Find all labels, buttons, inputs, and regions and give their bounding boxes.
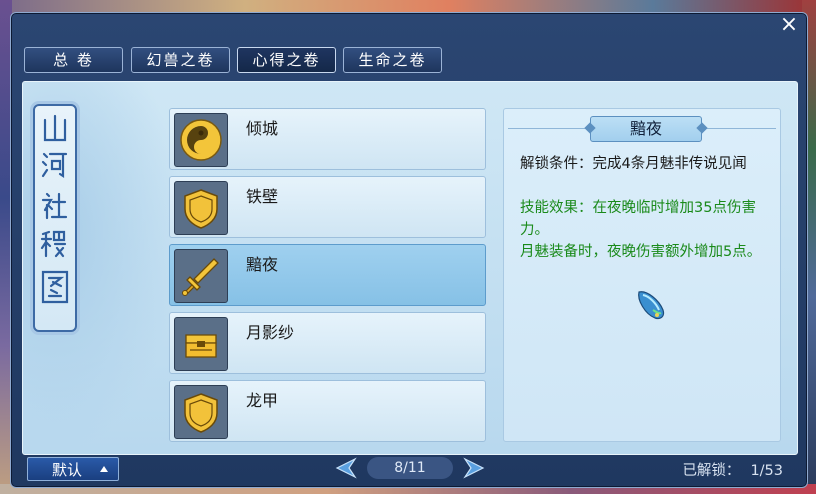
scroll-title-banner bbox=[33, 104, 77, 332]
close-button[interactable]: × bbox=[779, 14, 799, 36]
list-item-label: 月影纱 bbox=[246, 323, 295, 342]
tab-beast[interactable]: 幻兽之卷 bbox=[131, 47, 230, 73]
unlocked-label: 已解锁： bbox=[682, 463, 741, 479]
list-item-longjia[interactable]: 龙甲 bbox=[169, 380, 486, 442]
sort-dropdown[interactable]: 默认 bbox=[27, 457, 119, 481]
footer-bar: 默认 8/11 已解锁： 1/53 bbox=[11, 453, 807, 487]
list-item-label: 龙甲 bbox=[246, 391, 279, 410]
codex-window: × 总 卷 幻兽之卷 心得之卷 生命之卷 倾城 铁壁 黯夜 月影纱 龙甲 黯夜 … bbox=[10, 12, 808, 488]
unlock-condition: 解锁条件：完成4条月魅非传说见闻 bbox=[520, 156, 747, 172]
tab-insight[interactable]: 心得之卷 bbox=[237, 47, 336, 73]
tab-life[interactable]: 生命之卷 bbox=[343, 47, 442, 73]
treasure-chest-icon bbox=[174, 317, 228, 371]
page-indicator: 8/11 bbox=[367, 457, 453, 479]
yin-yang-icon bbox=[174, 113, 228, 167]
next-page-arrow-icon[interactable] bbox=[463, 457, 487, 479]
skill-effect: 技能效果：在夜晚临时增加35点伤害力。 bbox=[520, 200, 756, 238]
prev-page-arrow-icon[interactable] bbox=[333, 457, 357, 479]
unlocked-count: 已解锁： 1/53 bbox=[682, 459, 783, 480]
detail-title: 黯夜 bbox=[590, 116, 702, 142]
unlocked-value: 1/53 bbox=[750, 463, 783, 479]
moon-gem-icon bbox=[631, 286, 671, 330]
content-panel: 倾城 铁壁 黯夜 月影纱 龙甲 黯夜 解锁条件：完成4条月魅非传说见闻 技能效果… bbox=[22, 81, 798, 455]
list-item-label: 倾城 bbox=[246, 119, 279, 138]
list-item-label: 黯夜 bbox=[246, 255, 279, 274]
scroll-title-calligraphy bbox=[40, 114, 69, 304]
detail-panel: 黯夜 解锁条件：完成4条月魅非传说见闻 技能效果：在夜晚临时增加35点伤害力。 … bbox=[503, 108, 781, 442]
shield-icon bbox=[174, 385, 228, 439]
sword-icon bbox=[174, 249, 228, 303]
list-item-anye[interactable]: 黯夜 bbox=[169, 244, 486, 306]
list-item-qingcheng[interactable]: 倾城 bbox=[169, 108, 486, 170]
detail-description: 解锁条件：完成4条月魅非传说见闻 技能效果：在夜晚临时增加35点伤害力。 月魅装… bbox=[520, 153, 770, 263]
list-item-tiebi[interactable]: 铁壁 bbox=[169, 176, 486, 238]
shield-icon bbox=[174, 181, 228, 235]
list-item-yueyingsha[interactable]: 月影纱 bbox=[169, 312, 486, 374]
list-item-label: 铁壁 bbox=[246, 187, 279, 206]
sort-label: 默认 bbox=[52, 461, 83, 479]
caret-up-icon bbox=[100, 466, 108, 472]
tab-general[interactable]: 总 卷 bbox=[24, 47, 123, 73]
equip-effect: 月魅装备时，夜晚伤害额外增加5点。 bbox=[520, 244, 762, 260]
